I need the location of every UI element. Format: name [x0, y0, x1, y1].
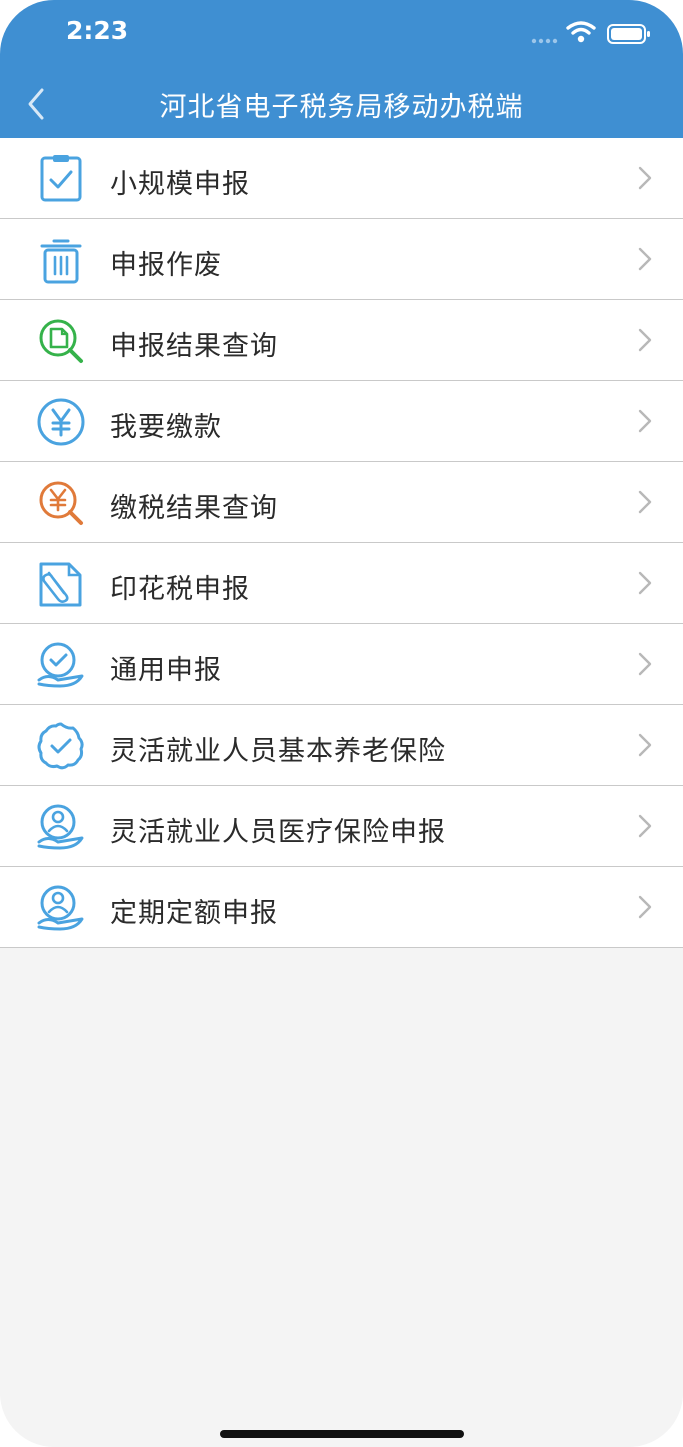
- menu-item-tax-payment-result-query[interactable]: 缴税结果查询: [0, 462, 683, 543]
- yen-search-icon: [39, 481, 83, 525]
- menu-item-label: 印花税申报: [110, 574, 250, 605]
- menu-item-label: 我要缴款: [110, 412, 222, 443]
- navigation-bar: 2:23 河北省电子税务局移动办税端: [0, 0, 683, 138]
- menu-item-flexible-employment-medical-insurance[interactable]: 灵活就业人员医疗保险申报: [0, 786, 683, 867]
- chevron-right-icon: [638, 328, 652, 352]
- menu-item-flexible-employment-pension[interactable]: 灵活就业人员基本养老保险: [0, 705, 683, 786]
- menu-item-label: 申报作废: [110, 250, 222, 281]
- menu-item-label: 通用申报: [110, 655, 222, 686]
- hand-check-icon: [37, 642, 84, 688]
- menu-item-label: 定期定额申报: [110, 898, 278, 929]
- status-time: 2:23: [66, 16, 129, 45]
- chevron-right-icon: [638, 490, 652, 514]
- chevron-right-icon: [638, 652, 652, 676]
- page-title: 河北省电子税务局移动办税端: [159, 92, 524, 123]
- badge-check-icon: [37, 722, 84, 770]
- chevron-right-icon: [638, 409, 652, 433]
- menu-list: 小规模申报 申报作废 申报结果查询 我要缴款 缴税结果查询 印花税申报 通用申报…: [0, 138, 683, 948]
- chevron-right-icon: [638, 733, 652, 757]
- chevron-right-icon: [638, 814, 652, 838]
- document-search-icon: [39, 319, 83, 363]
- phone-screen: 2:23 河北省电子税务局移动办税端 小规模申报 申报作废 申报结果查询 我要缴…: [0, 0, 683, 1447]
- menu-item-label: 灵活就业人员医疗保险申报: [110, 817, 446, 848]
- chevron-right-icon: [638, 166, 652, 190]
- menu-item-label: 申报结果查询: [110, 331, 278, 362]
- chevron-right-icon: [638, 247, 652, 271]
- hand-person-icon: [37, 885, 84, 931]
- menu-item-declaration-void[interactable]: 申报作废: [0, 219, 683, 300]
- menu-item-fixed-quota-declaration[interactable]: 定期定额申报: [0, 867, 683, 948]
- cellular-signal-icon: [531, 38, 558, 44]
- trash-icon: [40, 239, 82, 284]
- menu-item-label: 小规模申报: [110, 169, 250, 200]
- hand-person-icon: [37, 804, 84, 850]
- menu-item-label: 缴税结果查询: [110, 493, 278, 524]
- home-indicator[interactable]: [220, 1430, 464, 1438]
- chevron-right-icon: [638, 895, 652, 919]
- paperclip-document-icon: [39, 562, 82, 607]
- menu-item-general-declaration[interactable]: 通用申报: [0, 624, 683, 705]
- menu-item-label: 灵活就业人员基本养老保险: [110, 736, 446, 767]
- wifi-icon: [566, 21, 596, 43]
- battery-icon: [607, 24, 650, 44]
- menu-item-make-payment[interactable]: 我要缴款: [0, 381, 683, 462]
- menu-item-declaration-result-query[interactable]: 申报结果查询: [0, 300, 683, 381]
- menu-item-small-scale-declaration[interactable]: 小规模申报: [0, 138, 683, 219]
- chevron-right-icon: [638, 571, 652, 595]
- yen-circle-icon: [37, 398, 85, 446]
- menu-item-stamp-tax-declaration[interactable]: 印花税申报: [0, 543, 683, 624]
- clipboard-check-icon: [40, 155, 82, 202]
